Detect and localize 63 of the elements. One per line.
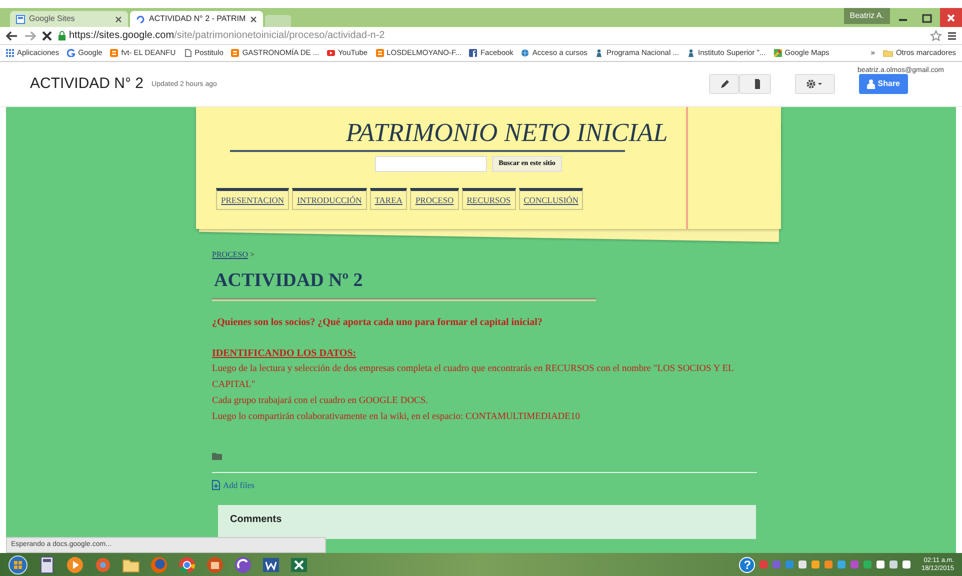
nav-tab[interactable]: PRESENTACION: [216, 188, 290, 210]
blogger-icon: [376, 49, 384, 57]
nav-tab[interactable]: CONCLUSIÓN: [518, 188, 584, 210]
page-icon: [184, 49, 192, 57]
nav-tab[interactable]: RECURSOS: [462, 188, 516, 210]
add-file-icon: [212, 480, 220, 490]
section-heading: IDENTIFICANDO LOS DATOS:: [212, 346, 358, 360]
question-text: ¿Quienes son los socios? ¿Qué aporta cada uno para formar el capital inicial?: [212, 316, 544, 330]
forward-icon[interactable]: [24, 30, 36, 40]
google-g-icon: [67, 49, 76, 57]
url-text[interactable]: https://sites.google.com/site/patrimonionetoinicial/proceso/actividad-n-2: [69, 28, 385, 43]
body-text: Luego de la lectura y selección de dos empresas completa el cuadro que encontrarás en RECURSOS con el nombre "LOS SOCIOS Y EL CAPITAL": [212, 362, 734, 392]
word-icon[interactable]: [262, 556, 280, 574]
globe-icon: [521, 49, 530, 57]
body-text: Cada grupo trabajará con el cuadro en GOOGLE DOCS.: [212, 394, 430, 408]
media-player-icon[interactable]: [66, 556, 84, 574]
settings-button[interactable]: [794, 74, 835, 94]
excel-icon[interactable]: [290, 556, 308, 574]
help-button[interactable]: ?: [739, 556, 756, 572]
stop-icon[interactable]: [42, 30, 52, 40]
share-button[interactable]: Share: [858, 74, 908, 94]
page-heading: ACTIVIDAD Nº 2: [214, 269, 364, 293]
lock-icon: [58, 30, 66, 40]
person-icon: [866, 79, 875, 89]
tab-title: Google Sites: [29, 13, 76, 25]
site-banner-title: PATRIMONIO NETO INICIAL: [346, 119, 669, 148]
tab-title: ACTIVIDAD N° 2 - PATRIM: [149, 13, 246, 25]
youtube-icon: [327, 49, 336, 57]
browser-tab[interactable]: Google Sites: [10, 11, 128, 27]
facebook-icon: [469, 49, 478, 57]
chrome-icon[interactable]: [178, 556, 196, 574]
folder-icon: [882, 49, 893, 57]
breadcrumb-link[interactable]: PROCESO: [212, 250, 248, 259]
nav-tab[interactable]: INTRODUCCIÓN: [292, 188, 367, 210]
close-icon[interactable]: [250, 16, 257, 22]
page-icon: [16, 14, 25, 24]
apps-grid-icon: [6, 49, 14, 57]
nav-tab[interactable]: TAREA: [370, 188, 408, 210]
person-icon: [595, 49, 604, 57]
blogger-icon: [110, 49, 118, 57]
edit-button[interactable]: [708, 74, 739, 94]
loading-icon: [136, 14, 145, 24]
person-icon: [686, 49, 695, 57]
comments-panel: Comments: [218, 505, 756, 540]
profile-name[interactable]: Beatriz A.: [844, 8, 890, 24]
site-title: ACTIVIDAD N° 2: [30, 74, 144, 94]
edit-icon: [718, 79, 729, 89]
blogger-icon: [231, 49, 240, 57]
star-icon[interactable]: [930, 30, 942, 42]
folder-icon: [212, 452, 222, 460]
breadcrumb-separator: >: [250, 250, 255, 259]
settings-icon: [806, 79, 824, 89]
browser-tab[interactable]: ACTIVIDAD N° 2 - PATRIM: [130, 11, 263, 27]
body-text: Luego lo compartirán colaborativamente en la wiki, en el espacio: CONTAMULTIMEDIADE10: [212, 410, 581, 424]
search-field[interactable]: [374, 156, 487, 172]
calculator-icon[interactable]: [38, 556, 56, 574]
page-button[interactable]: [738, 74, 771, 94]
start-orb-icon[interactable]: [8, 554, 28, 574]
back-icon[interactable]: [6, 30, 18, 40]
map-icon: [774, 49, 782, 57]
nav-tab[interactable]: PROCESO: [410, 188, 459, 210]
menu-icon[interactable]: [948, 30, 956, 40]
close-icon[interactable]: [115, 16, 122, 22]
